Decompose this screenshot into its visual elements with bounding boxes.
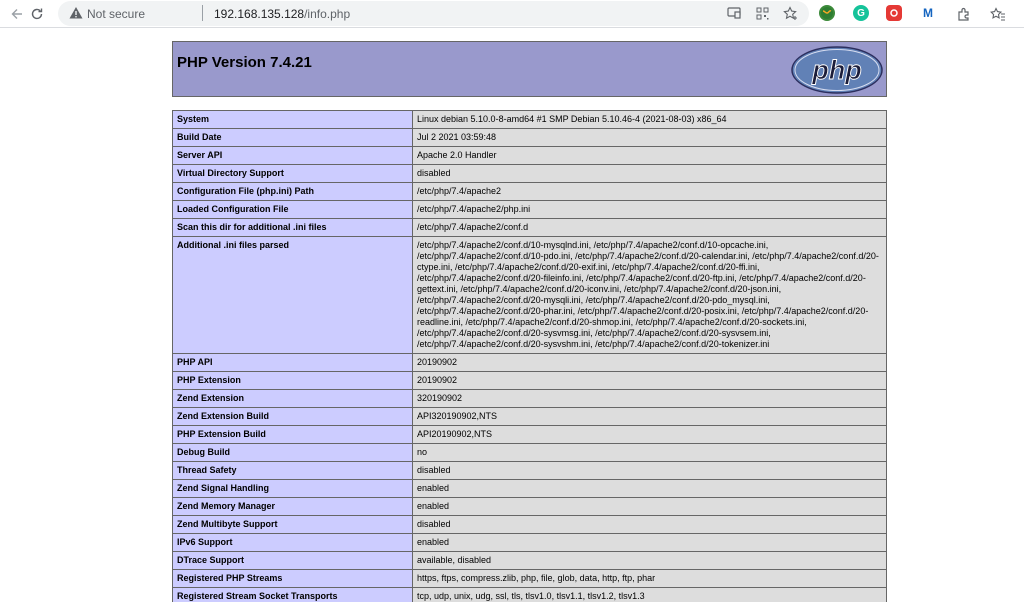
php-logo[interactable]: php	[791, 46, 883, 94]
row-value: available, disabled	[412, 551, 887, 570]
row-value: disabled	[412, 164, 887, 183]
row-key: Zend Extension Build	[172, 407, 413, 426]
table-row: Registered PHP Streams https, ftps, compr…	[172, 569, 887, 588]
table-row: Zend Extension 320190902	[172, 389, 887, 408]
row-value: /etc/php/7.4/apache2/conf.d	[412, 218, 887, 237]
row-value: disabled	[412, 515, 887, 534]
security-label[interactable]: Not secure	[87, 7, 145, 21]
table-row: Thread Safety disabled	[172, 461, 887, 480]
row-value: enabled	[412, 533, 887, 552]
page-title: PHP Version 7.4.21	[177, 54, 312, 71]
table-row: IPv6 Support enabled	[172, 533, 887, 552]
row-key: Additional .ini files parsed	[172, 236, 413, 354]
extension-red-icon[interactable]	[886, 5, 902, 21]
row-value: 20190902	[412, 353, 887, 372]
qr-icon[interactable]	[753, 4, 771, 22]
phpinfo-table: System Linux debian 5.10.0-8-amd64 #1 SMP…	[172, 110, 887, 602]
row-value: /etc/php/7.4/apache2/conf.d/10-mysqlnd.i…	[412, 236, 887, 354]
table-row: Build Date Jul 2 2021 03:59:48	[172, 128, 887, 147]
row-key: Loaded Configuration File	[172, 200, 413, 219]
row-key: Scan this dir for additional .ini files	[172, 218, 413, 237]
row-value: disabled	[412, 461, 887, 480]
row-key: DTrace Support	[172, 551, 413, 570]
reload-icon[interactable]	[26, 3, 48, 25]
table-row: Configuration File (php.ini) Path/etc/ph…	[172, 182, 887, 201]
row-value: API320190902,NTS	[412, 407, 887, 426]
php-header: PHP Version 7.4.21 php	[172, 41, 887, 97]
url-text[interactable]: 192.168.135.128/info.php	[214, 7, 350, 21]
row-key: Thread Safety	[172, 461, 413, 480]
back-icon[interactable]	[6, 3, 28, 25]
url-separator	[202, 5, 203, 21]
row-value: Jul 2 2021 03:59:48	[412, 128, 887, 147]
row-key: Zend Extension	[172, 389, 413, 408]
php-logo-text: php	[811, 55, 861, 85]
table-row: Zend Extension Build API320190902,NTS	[172, 407, 887, 426]
row-key: Server API	[172, 146, 413, 165]
extension-globe-icon[interactable]	[819, 5, 835, 21]
row-key: PHP API	[172, 353, 413, 372]
table-row: Zend Signal Handling enabled	[172, 479, 887, 498]
table-row: Loaded Configuration File/etc/php/7.4/ap…	[172, 200, 887, 219]
warning-icon[interactable]	[68, 5, 84, 21]
table-row: Registered Stream Socket Transports tcp, …	[172, 587, 887, 602]
row-value: enabled	[412, 479, 887, 498]
grammarly-icon[interactable]: G	[853, 5, 869, 21]
row-value: 320190902	[412, 389, 887, 408]
table-row: System Linux debian 5.10.0-8-amd64 #1 SMP…	[172, 110, 887, 129]
row-value: /etc/php/7.4/apache2/php.ini	[412, 200, 887, 219]
row-value: Apache 2.0 Handler	[412, 146, 887, 165]
row-key: Zend Memory Manager	[172, 497, 413, 516]
url-path: /info.php	[304, 7, 351, 21]
browser-toolbar: Not secure 192.168.135.128/info.php G M	[0, 0, 1024, 28]
row-key: Registered Stream Socket Transports	[172, 587, 413, 602]
row-key: IPv6 Support	[172, 533, 413, 552]
row-key: PHP Extension	[172, 371, 413, 390]
table-row: Additional .ini files parsed/etc/php/7.4…	[172, 236, 887, 354]
table-row: Server API Apache 2.0 Handler	[172, 146, 887, 165]
row-value: tcp, udp, unix, udg, ssl, tls, tlsv1.0, …	[412, 587, 887, 602]
cast-icon[interactable]	[725, 4, 743, 22]
row-key: Zend Signal Handling	[172, 479, 413, 498]
favorite-add-icon[interactable]	[781, 4, 799, 22]
row-key: System	[172, 110, 413, 129]
table-row: Scan this dir for additional .ini files /…	[172, 218, 887, 237]
table-row: PHP Extension 20190902	[172, 371, 887, 390]
favorites-icon[interactable]	[987, 3, 1009, 25]
table-row: Virtual Directory Support disabled	[172, 164, 887, 183]
row-key: Virtual Directory Support	[172, 164, 413, 183]
row-value: API20190902,NTS	[412, 425, 887, 444]
row-key: Configuration File (php.ini) Path	[172, 182, 413, 201]
extensions-icon[interactable]	[952, 3, 974, 25]
row-value: 20190902	[412, 371, 887, 390]
row-key: Build Date	[172, 128, 413, 147]
table-row: PHP Extension Build API20190902,NTS	[172, 425, 887, 444]
extension-m-icon[interactable]: M	[920, 5, 936, 21]
row-key: Zend Multibyte Support	[172, 515, 413, 534]
row-value: no	[412, 443, 887, 462]
row-value: https, ftps, compress.zlib, php, file, g…	[412, 569, 887, 588]
table-row: PHP API 20190902	[172, 353, 887, 372]
url-host: 192.168.135.128	[214, 7, 305, 21]
row-value: Linux debian 5.10.0-8-amd64 #1 SMP Debia…	[412, 110, 887, 129]
row-value: /etc/php/7.4/apache2	[412, 182, 887, 201]
address-bar[interactable]: Not secure 192.168.135.128/info.php	[58, 1, 809, 26]
table-row: DTrace Support available, disabled	[172, 551, 887, 570]
row-key: PHP Extension Build	[172, 425, 413, 444]
table-row: Zend Memory Manager enabled	[172, 497, 887, 516]
table-row: Zend Multibyte Support disabled	[172, 515, 887, 534]
row-key: Registered PHP Streams	[172, 569, 413, 588]
table-row: Debug Build no	[172, 443, 887, 462]
row-key: Debug Build	[172, 443, 413, 462]
row-value: enabled	[412, 497, 887, 516]
